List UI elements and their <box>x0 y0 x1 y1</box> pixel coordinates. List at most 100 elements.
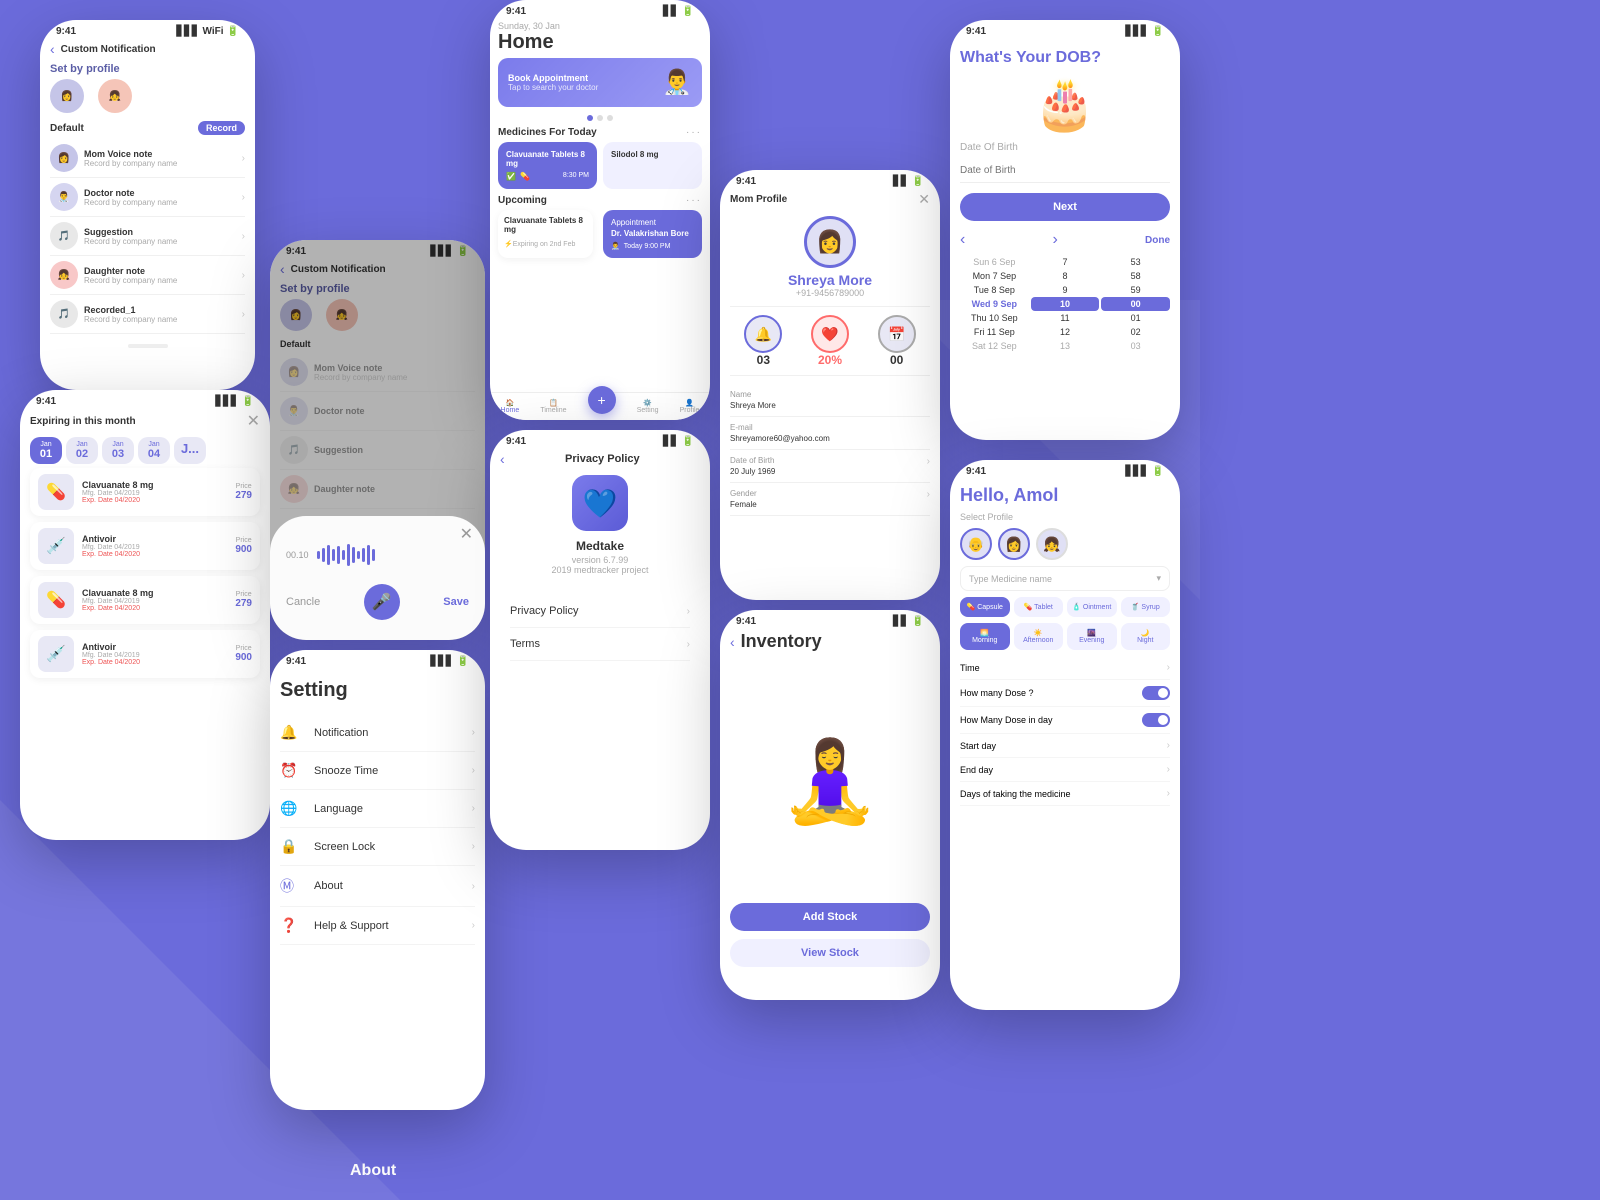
save-button[interactable]: Save <box>443 596 469 608</box>
view-stock-button[interactable]: View Stock <box>730 939 930 967</box>
type-syrup[interactable]: 🥤 Syrup <box>1121 597 1171 617</box>
cal-day-4-wed[interactable]: Wed 9 Sep <box>960 297 1029 311</box>
exp-item-2[interactable]: 💉 Antivoir Mfg. Date 04/2019 Exp. Date 0… <box>30 522 260 570</box>
exp-item-4[interactable]: 💉 Antivoir Mfg. Date 04/2019 Exp. Date 0… <box>30 630 260 678</box>
cal-col-3-5[interactable]: 01 <box>1101 311 1170 325</box>
close-expiring[interactable]: ✕ <box>247 411 260 431</box>
select-avatar-3[interactable]: 👧 <box>1036 528 1068 560</box>
nav-timeline[interactable]: 📋 Timeline <box>540 399 566 414</box>
cancel-button[interactable]: Cancle <box>286 596 320 608</box>
medicines-more-dots[interactable]: ··· <box>686 127 702 138</box>
nav-profile[interactable]: 👤 Profile <box>680 399 700 414</box>
cal-row-2: Mon 7 Sep 8 58 <box>960 269 1170 283</box>
cal-day-2[interactable]: Mon 7 Sep <box>960 269 1029 283</box>
tod-night[interactable]: 🌙 Night <box>1121 623 1171 650</box>
setting-snooze[interactable]: ⏰ Snooze Time › <box>280 752 475 790</box>
cal-col-2-7[interactable]: 13 <box>1031 339 1100 353</box>
month-tab-more[interactable]: J... <box>174 437 206 464</box>
cal-next-btn[interactable]: › <box>1053 231 1058 249</box>
month-tab-jan04[interactable]: Jan 04 <box>138 437 170 464</box>
chevron-dob[interactable]: › <box>927 456 930 476</box>
upcoming-more-dots[interactable]: ··· <box>686 195 702 206</box>
setting-about[interactable]: Ⓜ About › <box>280 866 475 907</box>
note-item-mom[interactable]: 👩 Mom Voice note Record by company name … <box>50 139 245 178</box>
tod-evening[interactable]: 🌆 Evening <box>1067 623 1117 650</box>
exp-item-1[interactable]: 💊 Clavuanate 8 mg Mfg. Date 04/2019 Exp.… <box>30 468 260 516</box>
med-card-silodol[interactable]: Silodol 8 mg <box>603 142 702 189</box>
cal-day-1[interactable]: Sun 6 Sep <box>960 255 1029 269</box>
note-item-recorded[interactable]: 🎵 Recorded_1 Record by company name › <box>50 295 245 334</box>
exp-item-3[interactable]: 💊 Clavuanate 8 mg Mfg. Date 04/2019 Exp.… <box>30 576 260 624</box>
start-day-chevron[interactable]: › <box>1167 740 1170 751</box>
back-button[interactable]: ‹ <box>50 41 55 57</box>
type-capsule[interactable]: 💊 Capsule <box>960 597 1010 617</box>
battery-8: 🔋 <box>912 616 924 627</box>
note-item-suggestion[interactable]: 🎵 Suggestion Record by company name › <box>50 217 245 256</box>
type-tablet[interactable]: 💊 Tablet <box>1014 597 1064 617</box>
cal-day-6[interactable]: Fri 11 Sep <box>960 325 1029 339</box>
cal-col-2-3[interactable]: 9 <box>1031 283 1100 297</box>
time-chevron[interactable]: › <box>1167 662 1170 673</box>
cal-col-2-4[interactable]: 10 <box>1031 297 1100 311</box>
tod-morning[interactable]: 🌅 Morning <box>960 623 1010 650</box>
setting-language[interactable]: 🌐 Language › <box>280 790 475 828</box>
medicine-name-dropdown[interactable]: Type Medicine name ▾ <box>960 566 1170 591</box>
chevron-privacy: › <box>687 606 690 617</box>
dose-toggle[interactable] <box>1142 686 1170 700</box>
chevron-gender[interactable]: › <box>927 489 930 509</box>
cal-col-3-1[interactable]: 53 <box>1101 255 1170 269</box>
med-card-clavuanate[interactable]: Clavuanate Tablets 8 mg ✅ 💊 8:30 PM <box>498 142 597 189</box>
days-chevron[interactable]: › <box>1167 788 1170 799</box>
info-gender-row: Gender Female › <box>730 483 930 516</box>
price-badge-3: Price 279 <box>235 591 252 609</box>
select-avatar-1[interactable]: 👴 <box>960 528 992 560</box>
cal-day-5[interactable]: Thu 10 Sep <box>960 311 1029 325</box>
cal-col-3-4[interactable]: 00 <box>1101 297 1170 311</box>
note-item-daughter[interactable]: 👧 Daughter note Record by company name › <box>50 256 245 295</box>
cal-col-2-6[interactable]: 12 <box>1031 325 1100 339</box>
cal-prev-btn[interactable]: ‹ <box>960 231 965 249</box>
upcoming-card-1[interactable]: Clavuanate Tablets 8 mg ⚡ Expiring on 2n… <box>498 210 593 258</box>
note-item-doctor[interactable]: 👨‍⚕️ Doctor note Record by company name … <box>50 178 245 217</box>
cal-col-2-2[interactable]: 8 <box>1031 269 1100 283</box>
cal-col-3-2[interactable]: 58 <box>1101 269 1170 283</box>
record-badge[interactable]: Record <box>198 121 245 135</box>
setting-screenlock[interactable]: 🔒 Screen Lock › <box>280 828 475 866</box>
profile-phone: +91-9456789000 <box>730 288 930 298</box>
nav-add[interactable]: + <box>588 386 616 414</box>
end-day-chevron[interactable]: › <box>1167 764 1170 775</box>
month-tab-jan03[interactable]: Jan 03 <box>102 437 134 464</box>
cal-col-3-7[interactable]: 03 <box>1101 339 1170 353</box>
type-ointment[interactable]: 🧴 Ointment <box>1067 597 1117 617</box>
done-btn[interactable]: Done <box>1145 235 1170 246</box>
privacy-policy-link[interactable]: Privacy Policy › <box>510 595 690 628</box>
back-btn-inventory[interactable]: ‹ <box>730 634 735 650</box>
select-avatar-2[interactable]: 👩 <box>998 528 1030 560</box>
dob-input[interactable] <box>960 159 1170 183</box>
month-tab-jan02[interactable]: Jan 02 <box>66 437 98 464</box>
terms-link[interactable]: Terms › <box>510 628 690 661</box>
dose-day-toggle[interactable] <box>1142 713 1170 727</box>
nav-home[interactable]: 🏠 Home <box>501 399 520 414</box>
mic-button[interactable]: 🎤 <box>364 584 400 620</box>
cal-col-3-3[interactable]: 59 <box>1101 283 1170 297</box>
close-modal-btn[interactable]: ✕ <box>460 524 473 544</box>
add-stock-button[interactable]: Add Stock <box>730 903 930 931</box>
close-profile-btn[interactable]: ✕ <box>918 191 930 208</box>
bottom-indicator <box>50 344 245 348</box>
month-tab-jan01[interactable]: Jan 01 <box>30 437 62 464</box>
cal-col-2-5[interactable]: 11 <box>1031 311 1100 325</box>
cal-col-3-6[interactable]: 02 <box>1101 325 1170 339</box>
cal-day-7[interactable]: Sat 12 Sep <box>960 339 1029 353</box>
tod-afternoon[interactable]: ☀️ Afternoon <box>1014 623 1064 650</box>
avatar-other[interactable]: 👧 <box>98 79 132 113</box>
next-button[interactable]: Next <box>960 193 1170 221</box>
upcoming-appt-card[interactable]: Appointment Dr. Valakrishan Bore 👨‍⚕️ To… <box>603 210 702 258</box>
avatar-mom[interactable]: 👩 <box>50 79 84 113</box>
setting-notification[interactable]: 🔔 Notification › <box>280 714 475 752</box>
status-bar-4: 9:41 ▋▋▋ 🔋 <box>270 650 485 667</box>
setting-help[interactable]: ❓ Help & Support › <box>280 907 475 945</box>
nav-setting[interactable]: ⚙️ Setting <box>637 399 659 414</box>
cal-day-3[interactable]: Tue 8 Sep <box>960 283 1029 297</box>
cal-col-2-1[interactable]: 7 <box>1031 255 1100 269</box>
